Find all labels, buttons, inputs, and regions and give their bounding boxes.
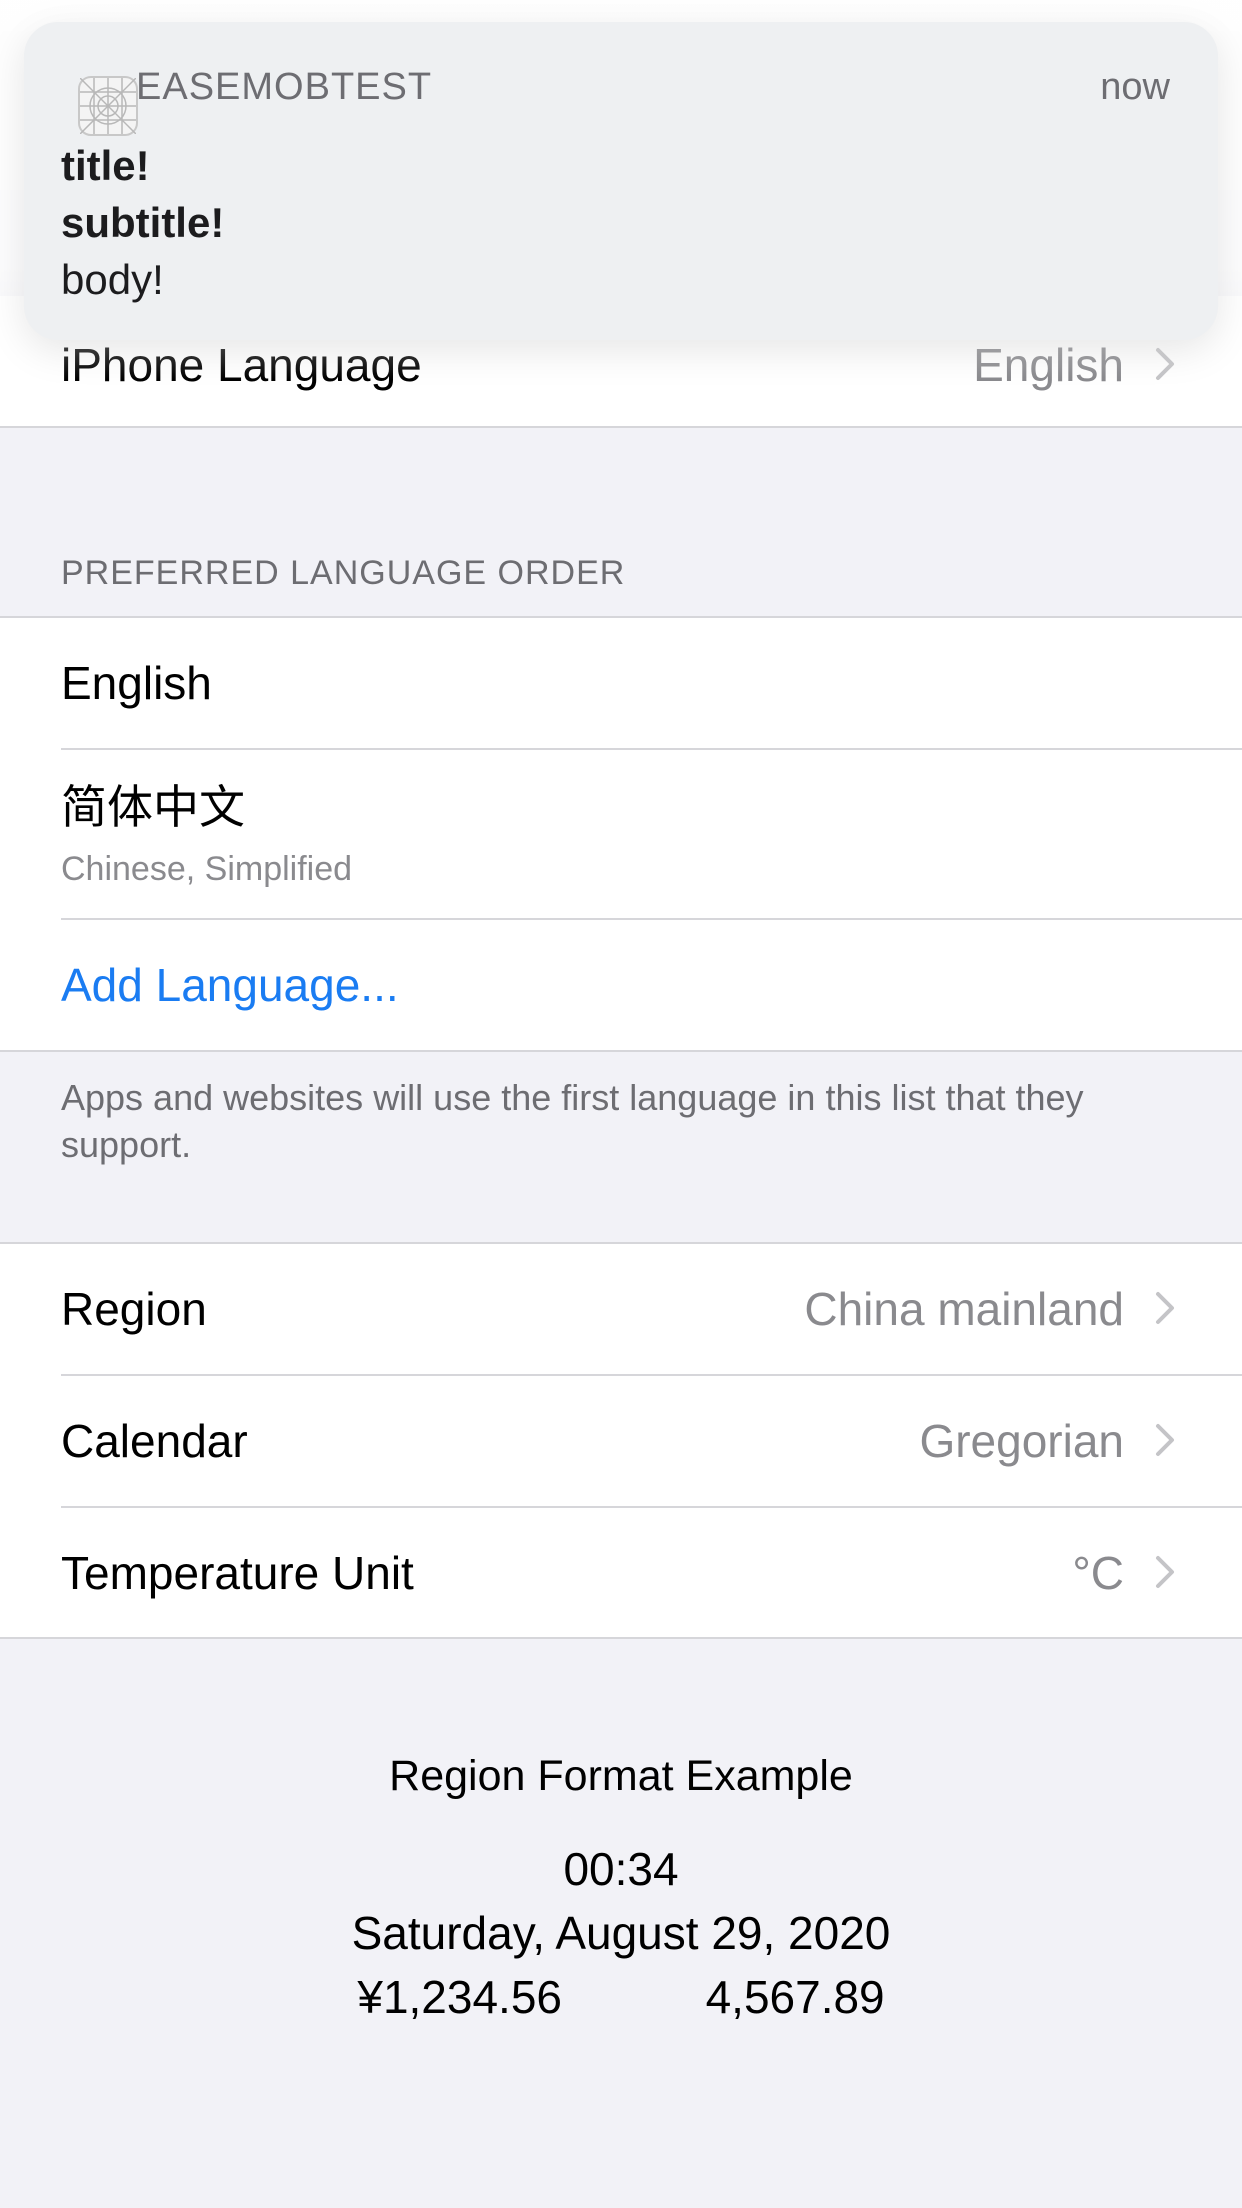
calendar-value: Gregorian [919, 1415, 1124, 1467]
divider [0, 1637, 1242, 1639]
region-value: China mainland [804, 1283, 1124, 1335]
chevron-right-icon [1156, 1292, 1174, 1324]
notification-time: now [1100, 66, 1170, 108]
format-example-title: Region Format Example [389, 1752, 853, 1800]
language-item-chinese[interactable]: 简体中文 Chinese, Simplified [0, 750, 1242, 918]
chevron-right-icon [1156, 1424, 1174, 1456]
format-example-date: Saturday, August 29, 2020 [351, 1907, 891, 1959]
format-example-numbers: ¥1,234.56 4,567.89 [0, 1970, 1242, 2024]
language-name: English [61, 657, 212, 709]
notification-title: title! [61, 142, 150, 189]
notification-app-name: EASEMOBTEST [136, 66, 433, 108]
temperature-unit-label: Temperature Unit [61, 1547, 414, 1599]
calendar-row[interactable]: Calendar Gregorian [0, 1376, 1242, 1506]
notification-banner[interactable]: EASEMOBTEST now title! subtitle! body! [24, 22, 1218, 340]
language-item-english[interactable]: English [0, 618, 1242, 748]
language-footer-note: Apps and websites will use the first lan… [61, 1077, 1084, 1165]
notification-body: body! [61, 256, 164, 303]
temperature-unit-row[interactable]: Temperature Unit °C [0, 1508, 1242, 1638]
language-name: 简体中文 [61, 780, 245, 834]
section-header: PREFERRED LANGUAGE ORDER [61, 554, 626, 592]
calendar-label: Calendar [61, 1415, 248, 1467]
language-subtitle: Chinese, Simplified [61, 850, 353, 888]
format-example-time: 00:34 [563, 1843, 679, 1895]
app-icon [78, 76, 138, 136]
chevron-right-icon [1156, 1556, 1174, 1588]
format-example-number: 4,567.89 [705, 1971, 885, 2023]
divider [0, 1050, 1242, 1052]
notification-subtitle: subtitle! [61, 199, 225, 246]
temperature-unit-value: °C [1072, 1547, 1124, 1599]
add-language-label: Add Language... [61, 959, 399, 1011]
region-label: Region [61, 1283, 207, 1335]
divider [0, 426, 1242, 428]
region-row[interactable]: Region China mainland [0, 1244, 1242, 1374]
format-example-currency: ¥1,234.56 [357, 1971, 563, 2023]
add-language-button[interactable]: Add Language... [0, 920, 1242, 1050]
